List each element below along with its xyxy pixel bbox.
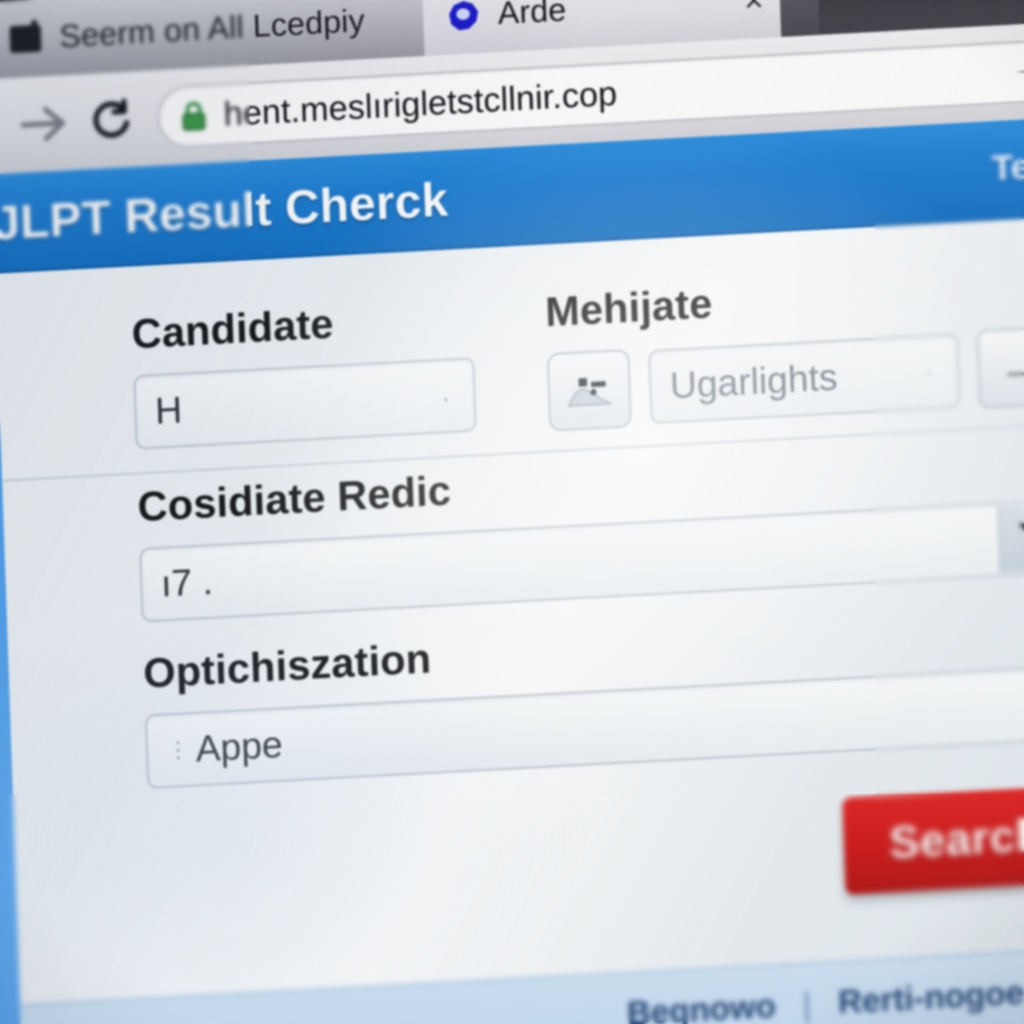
field-candidate: Candidate H ⸳ <box>131 294 477 450</box>
mehijate-go-button[interactable]: → <box>976 325 1024 409</box>
tab-0-label: Seerm on All Lcedpiy <box>58 2 366 55</box>
chevron-down-icon[interactable]: Y <box>997 502 1024 573</box>
dark-square-icon <box>7 20 43 57</box>
photo-icon[interactable] <box>546 348 632 432</box>
blue-badge-icon <box>446 0 482 34</box>
optichiszation-prefix-icon: ⋮ <box>166 736 190 764</box>
browser-window: Seerm on All Lcedpiy × Arde × <box>0 0 1024 1024</box>
tab-1-label: Arde <box>497 0 567 32</box>
cosidiate-input-value: ı7 . <box>160 559 214 605</box>
mehijate-input[interactable]: Ugarlights · <box>647 333 961 425</box>
candidate-input-marker: ⸳ <box>442 383 450 410</box>
field-mehijate: Mehijate Ugarlights · → <box>544 263 1024 432</box>
site-nav-link[interactable]: Ter <box>991 145 1024 189</box>
optichiszation-end-marker: 1 <box>1013 680 1024 729</box>
footer-links: Begnowo | Rerti-nogoerred <box>626 970 1024 1024</box>
optichiszation-input-value: Appe <box>194 722 284 770</box>
lock-icon <box>178 98 210 135</box>
tab-1-close-icon[interactable]: × <box>743 0 764 19</box>
mehijate-input-marker: · <box>924 358 933 385</box>
forward-arrow-icon[interactable] <box>8 88 79 160</box>
form-card: Candidate H ⸳ Mehijate Ugarlights · → Co… <box>0 215 1024 1024</box>
mehijate-input-placeholder: Ugarlights <box>669 355 839 407</box>
footer-separator: | <box>802 984 812 1023</box>
address-bar-url: hent.meslırigletstcllnir.cop <box>223 73 618 134</box>
web-page: JLPT Result Cherck Ter Candidate H ⸳ Meh… <box>0 116 1024 1024</box>
search-button[interactable]: Search <box>842 784 1024 895</box>
screen-content-wrap: Seerm on All Lcedpiy × Arde × <box>0 0 1024 1024</box>
footer-note: Fentlir rteld anc we <box>897 1018 1024 1024</box>
star-icon[interactable] <box>1009 55 1024 88</box>
field-candidate-label: Candidate <box>131 301 335 358</box>
field-mehijate-label: Mehijate <box>544 281 714 336</box>
reload-icon[interactable] <box>76 84 147 156</box>
candidate-input[interactable]: H ⸳ <box>133 357 477 450</box>
candidate-input-value: H <box>154 388 183 433</box>
footer-link-1[interactable]: Rerti-nogoerred <box>837 970 1024 1022</box>
monitor-photo: Seerm on All Lcedpiy × Arde × <box>0 0 1024 1024</box>
footer-link-0[interactable]: Begnowo <box>626 986 776 1024</box>
page-title: JLPT Result Cherck <box>0 171 450 250</box>
